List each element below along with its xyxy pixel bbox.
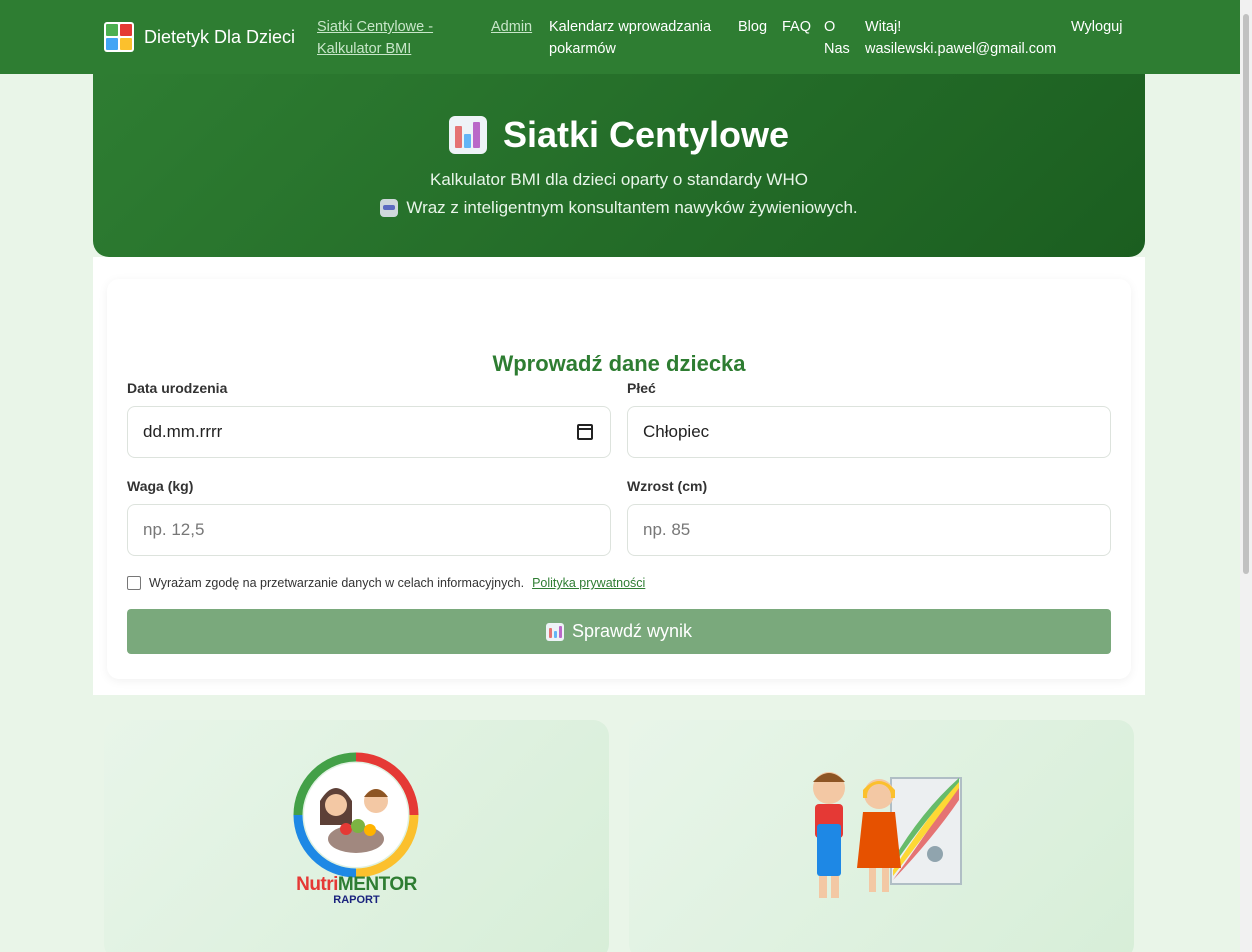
hero-subtitle: Kalkulator BMI dla dzieci oparty o stand… [430, 170, 808, 189]
hero-banner: Siatki Centylowe Kalkulator BMI dla dzie… [93, 74, 1145, 257]
nutrimentor-logo [293, 752, 419, 878]
nav-link-about-line2: Nas [824, 41, 850, 57]
nav-link-admin[interactable]: Admin [491, 16, 532, 38]
birthdate-placeholder: dd.mm.rrrr [143, 422, 223, 441]
calendar-icon[interactable] [577, 424, 593, 440]
robot-icon [380, 199, 399, 217]
chart-icon [545, 622, 564, 641]
brand-logo-icon [104, 22, 134, 52]
weight-input[interactable]: np. 12,5 [127, 504, 611, 556]
weight-placeholder: np. 12,5 [143, 520, 205, 539]
kids-growth-chart-illustration [813, 772, 962, 898]
nav-link-siatki-line1: Siatki Centylowe - [317, 19, 434, 35]
height-label: Wzrost (cm) [627, 478, 708, 494]
brand-link[interactable]: Dietetyk Dla Dzieci [104, 22, 295, 52]
nutrimentor-subtitle: RAPORT [333, 894, 380, 906]
nav-link-calendar[interactable]: Kalendarz wprowadzania pokarmów [549, 16, 711, 60]
privacy-policy-link[interactable]: Polityka prywatności [532, 576, 645, 590]
top-navbar: Dietetyk Dla Dzieci Siatki Centylowe - K… [0, 0, 1240, 74]
scrollbar[interactable] [1240, 0, 1252, 952]
birthdate-input[interactable]: dd.mm.rrrr [127, 406, 611, 458]
nav-link-about[interactable]: O Nas [824, 16, 850, 60]
sex-select[interactable]: Chłopiec [627, 406, 1111, 458]
hero-subtitle-2: Wraz z inteligentnym konsultantem nawykó… [93, 198, 1145, 218]
hero-subtitle-2-text: Wraz z inteligentnym konsultantem nawykó… [406, 198, 858, 217]
growth-chart-card[interactable] [629, 720, 1134, 952]
height-placeholder: np. 85 [643, 520, 691, 539]
user-greeting-line1: Witaj! [865, 19, 902, 35]
brand-name: Dietetyk Dla Dzieci [144, 26, 296, 47]
consent-row: Wyrażam zgodę na przetwarzanie danych w … [127, 576, 645, 590]
weight-label: Waga (kg) [127, 478, 194, 494]
scrollbar-thumb[interactable] [1243, 14, 1249, 574]
page-title-text: Siatki Centylowe [502, 114, 790, 155]
user-greeting: Witaj! wasilewski.pawel@gmail.com [865, 16, 1056, 60]
birthdate-label: Data urodzenia [127, 380, 228, 396]
nav-link-blog[interactable]: Blog [738, 16, 767, 38]
logout-link[interactable]: Wyloguj [1071, 16, 1122, 38]
consent-checkbox[interactable] [127, 576, 141, 590]
chart-icon [448, 116, 487, 154]
nutrimentor-wordmark-nutri: Nutri [296, 874, 338, 895]
nutrimentor-card[interactable]: NutriMENTOR RAPORT [104, 720, 609, 952]
height-input[interactable]: np. 85 [627, 504, 1111, 556]
sex-selected-value: Chłopiec [643, 422, 710, 441]
nav-link-siatki-line2: Kalkulator BMI [317, 41, 412, 57]
submit-button[interactable]: Sprawdź wynik [127, 609, 1111, 654]
page-title: Siatki Centylowe [93, 114, 1145, 156]
nav-link-faq[interactable]: FAQ [782, 16, 811, 38]
form-title: Wprowadź dane dziecka [492, 351, 746, 376]
nav-link-calendar-line2: pokarmów [549, 41, 616, 57]
submit-button-label: Sprawdź wynik [571, 621, 693, 641]
consent-text: Wyrażam zgodę na przetwarzanie danych w … [149, 576, 525, 590]
nav-link-about-line1: O [824, 19, 836, 35]
nav-link-siatki[interactable]: Siatki Centylowe - Kalkulator BMI [317, 16, 433, 60]
user-email: wasilewski.pawel@gmail.com [865, 41, 1057, 57]
nutrimentor-wordmark: NutriMENTOR [104, 874, 609, 896]
nutrimentor-wordmark-mentor: MENTOR [337, 874, 417, 895]
nav-link-calendar-line1: Kalendarz wprowadzania [549, 19, 712, 35]
sex-label: Płeć [627, 380, 656, 396]
